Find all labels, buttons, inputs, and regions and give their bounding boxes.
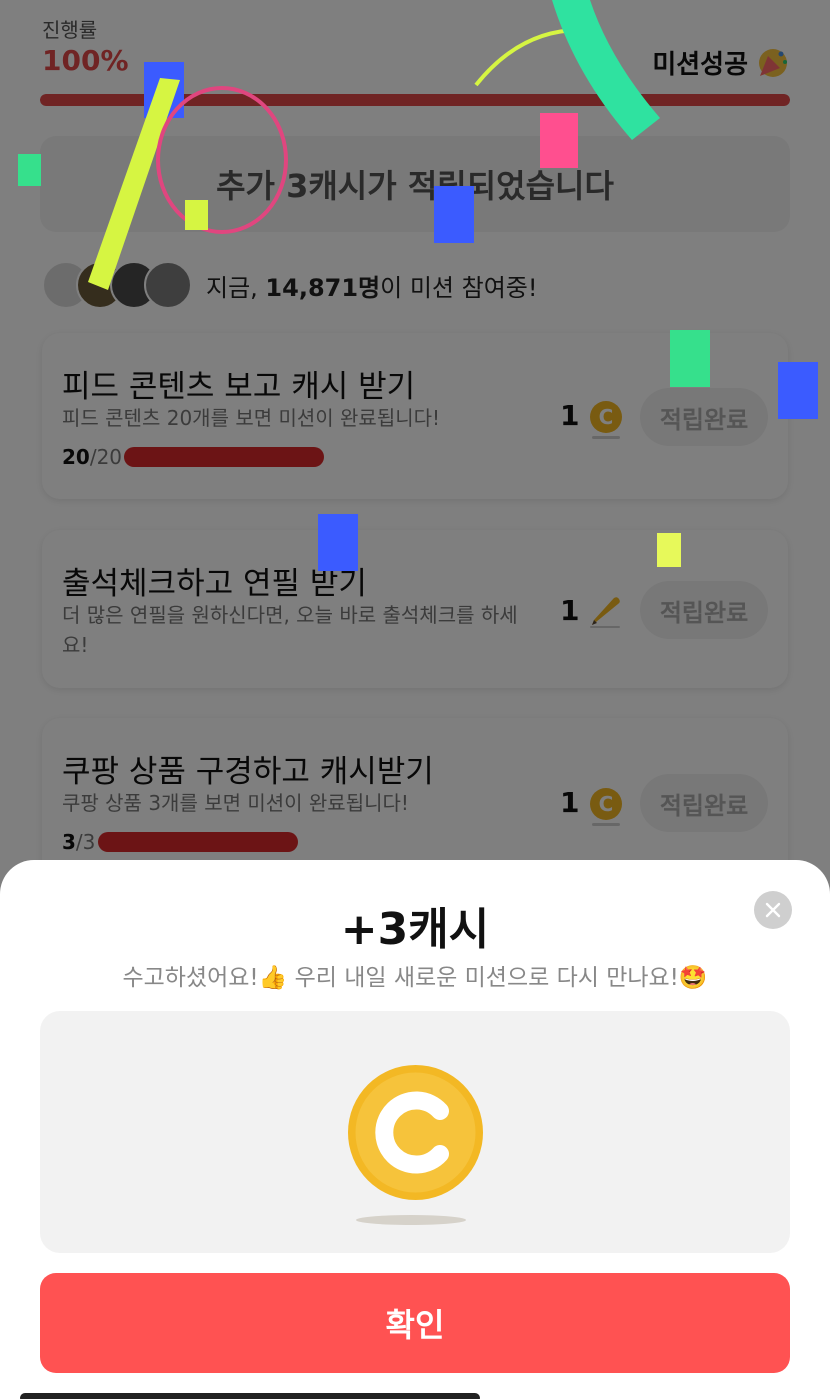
modal-subtitle: 수고하셨어요!👍 우리 내일 새로운 미션으로 다시 만나요!🤩	[122, 965, 708, 991]
confirm-button[interactable]: 확인	[40, 1273, 790, 1373]
modal-title: +3캐시	[340, 904, 490, 955]
coin-shadow	[356, 1215, 466, 1225]
big-coin-icon	[348, 1065, 483, 1200]
home-indicator	[20, 1393, 480, 1399]
close-icon	[765, 902, 781, 918]
close-button[interactable]	[754, 891, 792, 929]
